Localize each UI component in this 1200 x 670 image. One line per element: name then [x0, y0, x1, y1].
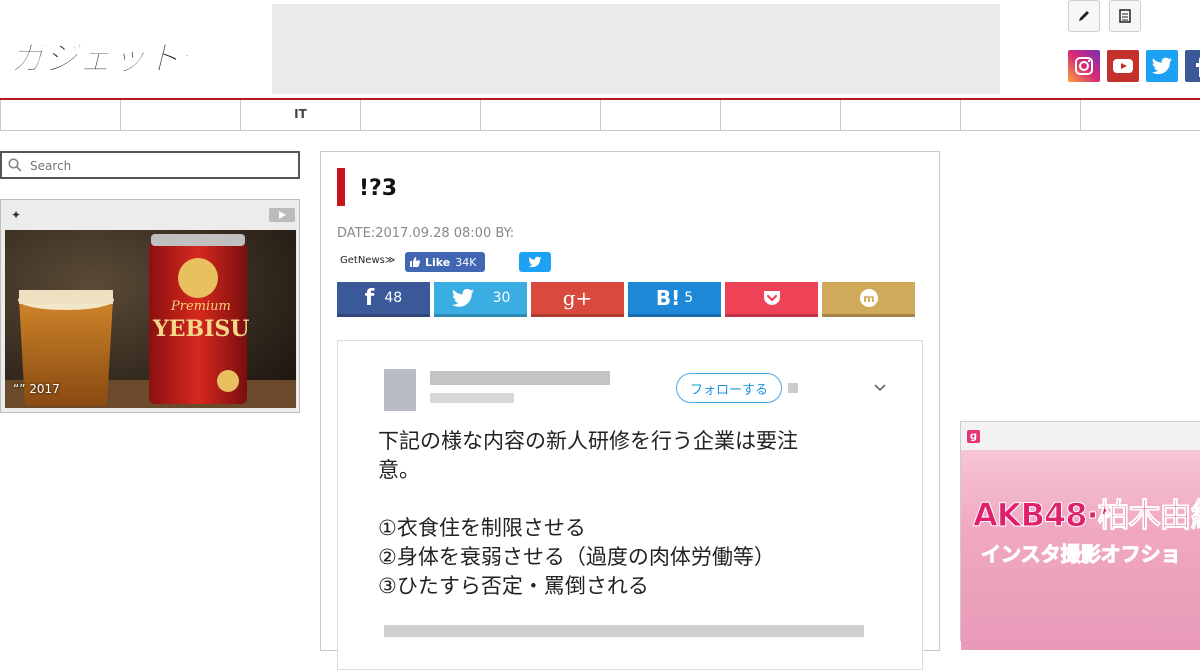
share-pocket-button[interactable]: [725, 282, 818, 317]
article-title: !?3: [359, 176, 398, 201]
ad-badge: g: [967, 430, 980, 443]
twitter-link[interactable]: [1146, 50, 1178, 82]
tweet-avatar: [384, 369, 416, 411]
googleplus-icon: g+: [562, 286, 593, 310]
nav-item-6[interactable]: [600, 100, 720, 131]
tweet-author-name: [430, 371, 610, 385]
mixi-icon: m: [859, 289, 878, 307]
list-button[interactable]: [1109, 0, 1141, 32]
play-icon[interactable]: [269, 208, 295, 222]
pocket-icon: [763, 291, 780, 305]
article-meta: DATE:2017.09.28 08:00 BY:: [337, 226, 515, 241]
side-ad-headline: AKB48·柏木由紀: [973, 496, 1200, 535]
nav-item-5[interactable]: [480, 100, 600, 131]
like-count: 34K: [455, 255, 477, 269]
side-ad[interactable]: g AKB48·柏木由紀 インスタ撮影オフショ: [960, 421, 1200, 650]
youtube-icon: [1113, 59, 1133, 73]
chevron-down-icon[interactable]: [874, 383, 886, 393]
hatena-icon: B!: [655, 286, 681, 310]
sparkle-icon: ✦: [11, 208, 22, 222]
side-ad-subline: インスタ撮影オフショ: [981, 542, 1182, 567]
svg-text:m: m: [863, 292, 874, 305]
article-panel: !?3 DATE:2017.09.28 08:00 BY: GetNews≫ L…: [320, 151, 940, 670]
share-mixi-button[interactable]: m: [822, 282, 915, 317]
featured-video-card[interactable]: ✦ Premium YEBISU “” 2017: [0, 199, 300, 413]
logo-text: ガジェット通信: [10, 39, 188, 79]
youtube-link[interactable]: [1107, 50, 1139, 82]
share-hatena-count: 5: [684, 290, 694, 306]
nav-item-10[interactable]: [1080, 100, 1200, 131]
search-box: [0, 151, 300, 179]
facebook-icon: [1196, 57, 1200, 77]
search-icon: [8, 158, 22, 172]
tweet-blurred-line: [384, 625, 864, 637]
can-brand-label: YEBISU: [152, 316, 249, 342]
main-nav: IT: [0, 100, 1200, 131]
nav-item-it[interactable]: IT: [240, 100, 360, 131]
share-twitter-button[interactable]: 30: [434, 282, 527, 317]
tweet-line-6: ③ひたすら否定・罵倒される: [378, 574, 649, 598]
tweet-handle: [430, 393, 514, 403]
nav-item-7[interactable]: [720, 100, 840, 131]
tweet-line-5: ②身体を衰弱させる（過度の肉体労働等）: [378, 545, 775, 569]
title-accent-bar: [337, 168, 345, 206]
instagram-link[interactable]: [1068, 50, 1100, 82]
like-label: Like: [425, 255, 451, 269]
nav-item-2[interactable]: [120, 100, 240, 131]
share-facebook-button[interactable]: f 48: [337, 282, 430, 317]
facebook-icon: f: [364, 285, 375, 311]
getnews-link[interactable]: GetNews≫: [340, 255, 395, 266]
tweet-line-4: ①衣食住を制限させる: [378, 516, 586, 540]
instagram-icon: [1075, 57, 1093, 75]
nav-item-8[interactable]: [840, 100, 960, 131]
pencil-icon: [1079, 11, 1089, 21]
tweet-badge: [788, 383, 798, 393]
share-googleplus-button[interactable]: g+: [531, 282, 624, 317]
embedded-tweet[interactable]: フォローする 下記の様な内容の新人研修を行う企業は要注 意。 ①衣食住を制限させ…: [337, 340, 923, 670]
facebook-link[interactable]: [1185, 50, 1200, 82]
top-ad-banner[interactable]: [272, 4, 1000, 94]
tweet-line-2: 意。: [378, 458, 420, 482]
tweet-button-small[interactable]: [519, 252, 551, 272]
share-hatena-button[interactable]: B! 5: [628, 282, 721, 317]
edit-button[interactable]: [1068, 0, 1100, 32]
side-ad-image: AKB48·柏木由紀 インスタ撮影オフショ: [961, 450, 1200, 650]
document-icon: [1119, 9, 1131, 23]
nav-item-1[interactable]: [0, 100, 120, 131]
can-premium-label: Premium: [170, 299, 231, 314]
twitter-icon: [528, 256, 542, 268]
share-twitter-count: 30: [492, 290, 511, 306]
search-input[interactable]: [30, 157, 290, 175]
tweet-follow-button[interactable]: フォローする: [676, 373, 782, 403]
twitter-icon: [451, 288, 474, 307]
share-facebook-count: 48: [384, 290, 403, 306]
tweet-line-1: 下記の様な内容の新人研修を行う企業は要注: [378, 429, 798, 453]
nav-item-9[interactable]: [960, 100, 1080, 131]
twitter-icon: [1151, 57, 1173, 75]
site-logo[interactable]: ガジェット通信: [8, 32, 254, 80]
nav-item-4[interactable]: [360, 100, 480, 131]
thumbs-up-icon: [410, 257, 421, 267]
video-caption: “” 2017: [13, 382, 60, 396]
facebook-like-button[interactable]: Like 34K: [405, 252, 485, 272]
